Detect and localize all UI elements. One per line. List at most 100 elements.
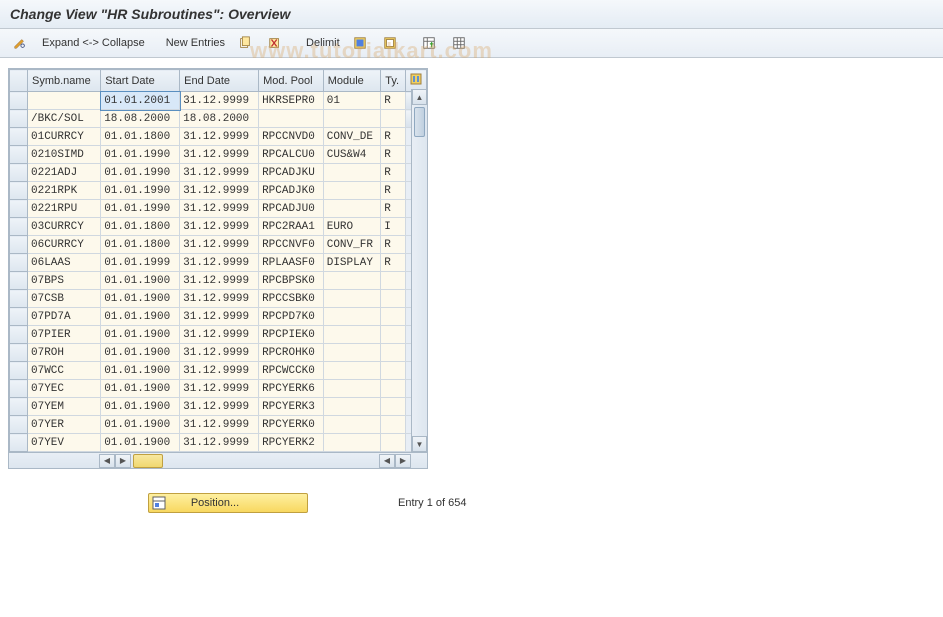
cell-symb[interactable]: 07PD7A xyxy=(28,308,101,326)
row-selector[interactable] xyxy=(10,416,28,434)
table-row[interactable]: 0221RPK01.01.199031.12.9999RPCADJK0R xyxy=(10,182,427,200)
cell-end[interactable]: 18.08.2000 xyxy=(180,110,259,128)
scroll-left-button[interactable]: ◀ xyxy=(99,454,115,468)
cell-type[interactable] xyxy=(381,344,406,362)
print-button[interactable] xyxy=(447,33,473,53)
col-module[interactable]: Module xyxy=(323,70,381,92)
table-row[interactable]: 0221RPU01.01.199031.12.9999RPCADJU0R xyxy=(10,200,427,218)
table-row[interactable]: 07YEM01.01.190031.12.9999RPCYERK3 xyxy=(10,398,427,416)
scroll-right-button[interactable]: ▶ xyxy=(115,454,131,468)
cell-start[interactable]: 01.01.1800 xyxy=(101,128,180,146)
table-row[interactable]: 06LAAS01.01.199931.12.9999RPLAASF0DISPLA… xyxy=(10,254,427,272)
cell-type[interactable] xyxy=(381,362,406,380)
cell-pool[interactable]: RPCADJK0 xyxy=(259,182,324,200)
cell-type[interactable] xyxy=(381,308,406,326)
cell-pool[interactable]: RPCCNVF0 xyxy=(259,236,324,254)
cell-type[interactable] xyxy=(381,290,406,308)
row-selector[interactable] xyxy=(10,290,28,308)
table-row[interactable]: 07WCC01.01.190031.12.9999RPCWCCK0 xyxy=(10,362,427,380)
cell-type[interactable] xyxy=(381,380,406,398)
cell-end[interactable]: 31.12.9999 xyxy=(180,416,259,434)
cell-symb[interactable]: 07YEC xyxy=(28,380,101,398)
row-selector-header[interactable] xyxy=(10,70,28,92)
cell-type[interactable] xyxy=(381,110,406,128)
cell-pool[interactable]: RPCYERK3 xyxy=(259,398,324,416)
cell-pool[interactable]: RPCPIEK0 xyxy=(259,326,324,344)
cell-start[interactable]: 01.01.1900 xyxy=(101,362,180,380)
table-row[interactable]: 07BPS01.01.190031.12.9999RPCBPSK0 xyxy=(10,272,427,290)
row-selector[interactable] xyxy=(10,398,28,416)
cell-start[interactable]: 01.01.1900 xyxy=(101,398,180,416)
cell-module[interactable] xyxy=(323,200,381,218)
cell-type[interactable]: R xyxy=(381,254,406,272)
cell-symb[interactable]: 03CURRCY xyxy=(28,218,101,236)
col-mod-pool[interactable]: Mod. Pool xyxy=(259,70,324,92)
cell-type[interactable] xyxy=(381,398,406,416)
cell-symb[interactable] xyxy=(28,92,101,110)
table-row[interactable]: 07YER01.01.190031.12.9999RPCYERK0 xyxy=(10,416,427,434)
delimit-button[interactable]: Delimit xyxy=(302,35,344,51)
cell-symb[interactable]: 07PIER xyxy=(28,326,101,344)
cell-symb[interactable]: 06LAAS xyxy=(28,254,101,272)
position-button[interactable]: Position... xyxy=(148,493,308,513)
row-selector[interactable] xyxy=(10,380,28,398)
cell-pool[interactable]: RPCADJU0 xyxy=(259,200,324,218)
cell-symb[interactable]: 07YEM xyxy=(28,398,101,416)
cell-end[interactable]: 31.12.9999 xyxy=(180,290,259,308)
cell-pool[interactable]: RPCADJKU xyxy=(259,164,324,182)
cell-start[interactable]: 01.01.1900 xyxy=(101,308,180,326)
cell-end[interactable]: 31.12.9999 xyxy=(180,326,259,344)
row-selector[interactable] xyxy=(10,362,28,380)
cell-start[interactable]: 01.01.1900 xyxy=(101,272,180,290)
cell-type[interactable] xyxy=(381,434,406,452)
horizontal-scrollbar[interactable]: ◀ ▶ ◀ ▶ xyxy=(9,452,427,468)
scroll-down-button[interactable]: ▼ xyxy=(412,436,427,452)
cell-start[interactable]: 18.08.2000 xyxy=(101,110,180,128)
cell-start[interactable]: 01.01.1900 xyxy=(101,326,180,344)
cell-module[interactable] xyxy=(323,182,381,200)
cell-pool[interactable]: RPCYERK0 xyxy=(259,416,324,434)
cell-pool[interactable]: RPC2RAA1 xyxy=(259,218,324,236)
cell-start[interactable]: 01.01.1990 xyxy=(101,200,180,218)
table-row[interactable]: 01.01.200131.12.9999HKRSEPR001R xyxy=(10,92,427,110)
cell-end[interactable]: 31.12.9999 xyxy=(180,218,259,236)
row-selector[interactable] xyxy=(10,146,28,164)
cell-end[interactable]: 31.12.9999 xyxy=(180,200,259,218)
cell-type[interactable]: R xyxy=(381,200,406,218)
cell-start[interactable]: 01.01.1999 xyxy=(101,254,180,272)
cell-end[interactable]: 31.12.9999 xyxy=(180,380,259,398)
row-selector[interactable] xyxy=(10,110,28,128)
cell-module[interactable] xyxy=(323,272,381,290)
cell-end[interactable]: 31.12.9999 xyxy=(180,236,259,254)
select-all-button[interactable] xyxy=(348,33,374,53)
row-selector[interactable] xyxy=(10,182,28,200)
row-selector[interactable] xyxy=(10,128,28,146)
cell-symb[interactable]: 07YEV xyxy=(28,434,101,452)
table-settings-button[interactable] xyxy=(417,33,443,53)
cell-pool[interactable]: RPCWCCK0 xyxy=(259,362,324,380)
cell-end[interactable]: 31.12.9999 xyxy=(180,398,259,416)
cell-end[interactable]: 31.12.9999 xyxy=(180,362,259,380)
cell-type[interactable] xyxy=(381,416,406,434)
cell-end[interactable]: 31.12.9999 xyxy=(180,128,259,146)
cell-start[interactable]: 01.01.1990 xyxy=(101,164,180,182)
cell-symb[interactable]: 06CURRCY xyxy=(28,236,101,254)
toggle-edit-button[interactable] xyxy=(8,33,34,53)
scroll-thumb-horizontal-left[interactable] xyxy=(133,454,163,468)
cell-symb[interactable]: 0221RPK xyxy=(28,182,101,200)
cell-module[interactable] xyxy=(323,344,381,362)
row-selector[interactable] xyxy=(10,326,28,344)
cell-start[interactable]: 01.01.1900 xyxy=(101,416,180,434)
scroll-left-button-2[interactable]: ◀ xyxy=(379,454,395,468)
cell-start[interactable]: 01.01.1900 xyxy=(101,434,180,452)
cell-module[interactable] xyxy=(323,110,381,128)
table-row[interactable]: 07PIER01.01.190031.12.9999RPCPIEK0 xyxy=(10,326,427,344)
cell-pool[interactable]: HKRSEPR0 xyxy=(259,92,324,110)
cell-module[interactable] xyxy=(323,416,381,434)
cell-type[interactable] xyxy=(381,326,406,344)
cell-type[interactable]: R xyxy=(381,164,406,182)
row-selector[interactable] xyxy=(10,236,28,254)
cell-symb[interactable]: 0221ADJ xyxy=(28,164,101,182)
table-row[interactable]: 07YEV01.01.190031.12.9999RPCYERK2 xyxy=(10,434,427,452)
vertical-scrollbar[interactable]: ▲ ▼ xyxy=(411,89,427,452)
